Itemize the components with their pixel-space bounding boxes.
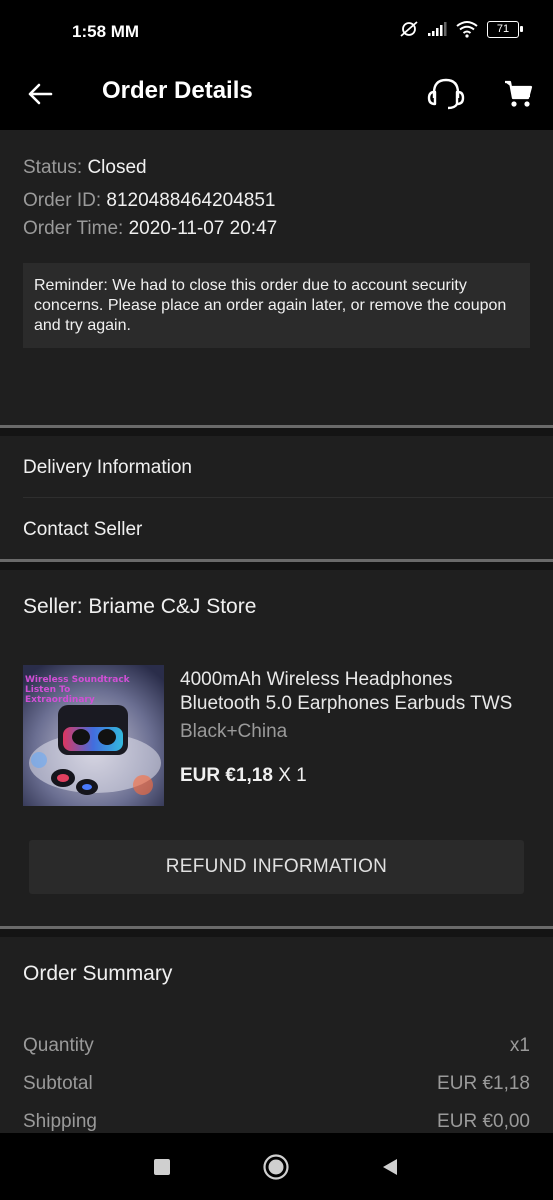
order-summary-title: Order Summary [23, 962, 173, 985]
refund-information-button[interactable]: REFUND INFORMATION [29, 840, 524, 894]
product-price: EUR €1,18 [180, 765, 273, 786]
signal-icon [428, 22, 447, 36]
product-image[interactable]: Wireless Soundtrack Listen To Extraordin… [23, 665, 164, 806]
cart-button[interactable] [496, 72, 540, 116]
wifi-icon [456, 21, 478, 38]
product-image-text-2: Listen To [25, 685, 70, 695]
product-image-text-3: Extraordinary [25, 695, 95, 705]
product-variant: Black+China [180, 721, 288, 742]
product-title-line-2: Bluetooth 5.0 Earphones Earbuds TWS [180, 693, 513, 714]
home-button[interactable] [262, 1153, 290, 1181]
summary-value: EUR €0,00 [437, 1111, 530, 1132]
summary-label: Subtotal [23, 1073, 93, 1094]
battery-icon: 71 [487, 20, 523, 38]
summary-value: EUR €1,18 [437, 1073, 530, 1094]
section-gap [0, 929, 553, 937]
product-price-row: EUR €1,18 X 1 [180, 765, 307, 787]
page-title: Order Details [102, 77, 253, 104]
summary-value: x1 [509, 1035, 530, 1056]
square-icon [154, 1159, 170, 1175]
summary-row-quantity: Quantity x1 [23, 1035, 530, 1057]
order-time-value: 2020-11-07 20:47 [128, 218, 278, 239]
headset-icon [427, 78, 465, 110]
section-gap [0, 428, 553, 436]
list-divider [23, 497, 553, 498]
product-title-line-1: 4000mAh Wireless Headphones [180, 669, 453, 690]
contact-seller-link[interactable]: Contact Seller [23, 519, 142, 541]
circle-icon [263, 1154, 289, 1180]
back-button[interactable] [20, 74, 60, 114]
order-id-value[interactable]: 8120488464204851 [106, 190, 275, 211]
status-label: Status: [23, 157, 83, 178]
status-value: Closed [87, 157, 147, 178]
product-quantity: X 1 [278, 765, 307, 786]
app-bar: Order Details [0, 60, 553, 130]
mute-alarm-icon [400, 21, 418, 37]
order-id: Order ID: 8120488464204851 [23, 190, 275, 212]
customer-service-button[interactable] [424, 72, 468, 116]
order-status: Status: Closed [23, 157, 147, 179]
product-image-text-1: Wireless Soundtrack [25, 675, 131, 685]
summary-label: Shipping [23, 1111, 97, 1132]
summary-label: Quantity [23, 1035, 94, 1056]
product-title[interactable]: 4000mAh Wireless Headphones Bluetooth 5.… [180, 668, 530, 716]
reminder-notice: Reminder: We had to close this order due… [23, 263, 530, 348]
order-time-label: Order Time: [23, 218, 124, 239]
section-gap [0, 562, 553, 570]
order-time: Order Time: 2020-11-07 20:47 [23, 218, 277, 240]
battery-level: 71 [496, 23, 510, 35]
summary-row-subtotal: Subtotal EUR €1,18 [23, 1073, 530, 1095]
triangle-back-icon [383, 1159, 397, 1175]
status-bar: 1:58 MM 71 [0, 0, 553, 60]
recents-button[interactable] [148, 1153, 176, 1181]
summary-row-shipping: Shipping EUR €0,00 [23, 1111, 530, 1133]
system-navigation-bar [0, 1133, 553, 1200]
delivery-information-link[interactable]: Delivery Information [23, 457, 192, 479]
seller-name[interactable]: Seller: Briame C&J Store [23, 595, 256, 619]
back-nav-button[interactable] [376, 1153, 404, 1181]
shopping-cart-icon [505, 80, 533, 107]
status-time: 1:58 MM [72, 22, 140, 41]
arrow-left-icon [28, 83, 53, 105]
status-icons: 71 [399, 20, 523, 38]
order-id-label: Order ID: [23, 190, 102, 211]
